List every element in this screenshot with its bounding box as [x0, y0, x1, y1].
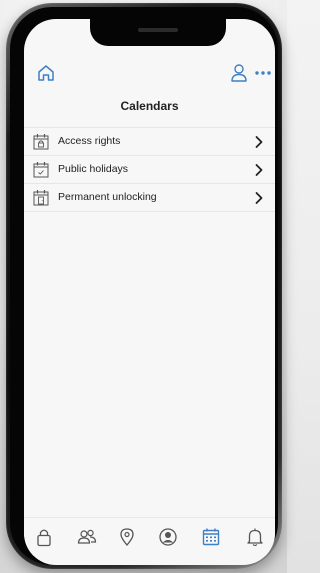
page-title: Calendars [120, 99, 179, 113]
location-pin-icon [120, 528, 134, 546]
speaker-grille [138, 28, 178, 32]
calendar-door-icon [33, 190, 49, 206]
list-item-permanent-unlocking[interactable]: Permanent unlocking [24, 184, 275, 212]
more-button[interactable] [252, 63, 274, 83]
list-item-label: Access rights [58, 135, 121, 147]
users-icon [77, 529, 97, 544]
nav-account[interactable] [157, 526, 179, 548]
app-screen: Calendars Access rights Public holidays … [24, 19, 275, 565]
nav-users[interactable] [76, 526, 98, 548]
calendar-check-icon [33, 162, 49, 178]
calendar-list: Access rights Public holidays Permanent … [24, 127, 275, 212]
home-button[interactable] [34, 61, 58, 85]
list-item-public-holidays[interactable]: Public holidays [24, 156, 275, 184]
list-item-access-rights[interactable]: Access rights [24, 128, 275, 156]
list-item-label: Permanent unlocking [58, 191, 157, 203]
list-item-label: Public holidays [58, 163, 129, 175]
nav-notifications[interactable] [244, 526, 266, 548]
nav-locations[interactable] [116, 526, 138, 548]
calendar-lock-icon [33, 134, 49, 150]
more-icon [255, 71, 271, 75]
chevron-right-icon [255, 164, 263, 176]
nav-locks[interactable] [33, 526, 55, 548]
home-icon [38, 65, 54, 81]
chevron-right-icon [255, 136, 263, 148]
chevron-right-icon [255, 192, 263, 204]
top-bar [24, 57, 275, 91]
profile-button[interactable] [228, 61, 250, 85]
phone-notch [90, 19, 226, 46]
bell-icon [247, 528, 263, 547]
calendar-icon [202, 528, 220, 546]
lock-icon [37, 529, 51, 547]
account-circle-icon [159, 528, 177, 546]
user-icon [231, 64, 247, 82]
nav-calendars[interactable] [200, 526, 222, 548]
bottom-nav [24, 517, 275, 556]
